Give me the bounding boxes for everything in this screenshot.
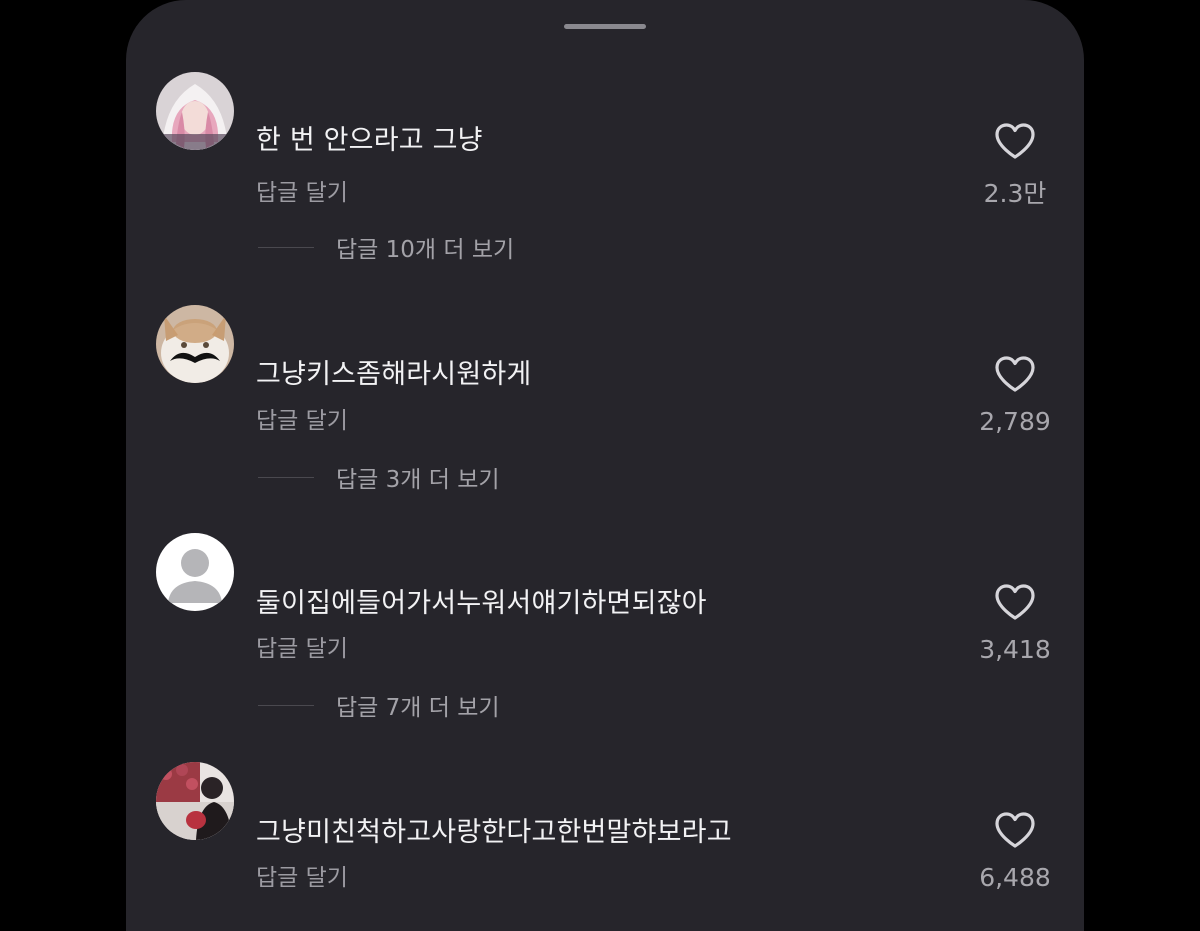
view-replies-label: 답글 10개 더 보기 (336, 237, 515, 263)
comment-text: 그냥미친척하고사랑한다고한번말햐보라고 (256, 817, 732, 848)
view-replies-button[interactable]: 답글 7개 더 보기 (258, 690, 500, 721)
view-replies-button[interactable]: 답글 3개 더 보기 (258, 462, 500, 493)
view-replies-label: 답글 7개 더 보기 (336, 695, 500, 721)
reply-button[interactable]: 답글 달기 (256, 401, 348, 435)
replies-divider (258, 476, 314, 478)
photo-avatar-icon (156, 762, 234, 840)
pink-hair-avatar-icon (156, 72, 234, 150)
like-count: 2,789 (979, 407, 1051, 436)
heart-icon[interactable] (994, 355, 1036, 393)
like-column: 2.3만 (960, 122, 1070, 210)
avatar[interactable] (156, 762, 234, 840)
sheet-corner-right (1024, 0, 1084, 60)
replies-divider (258, 246, 314, 248)
view-replies-button[interactable]: 답글 10개 더 보기 (258, 232, 515, 263)
reply-button[interactable]: 답글 달기 (256, 173, 348, 207)
heart-icon[interactable] (994, 811, 1036, 849)
avatar[interactable] (156, 533, 234, 611)
like-count: 3,418 (979, 635, 1051, 664)
like-count: 6,488 (979, 863, 1051, 892)
sheet-corner-left (126, 0, 186, 60)
view-replies-label: 답글 3개 더 보기 (336, 467, 500, 493)
like-column: 3,418 (960, 583, 1070, 664)
comment-text: 둘이집에들어가서누워서얘기하면되잖아 (256, 588, 707, 619)
drag-handle[interactable] (564, 24, 646, 29)
comment-text: 그냥키스좀해라시원하게 (256, 359, 532, 390)
comment-text: 한 번 안으라고 그냥 (256, 125, 483, 156)
heart-icon[interactable] (994, 583, 1036, 621)
default-user-avatar-icon (156, 533, 234, 611)
like-count: 2.3만 (983, 179, 1047, 208)
replies-divider (258, 704, 314, 706)
avatar[interactable] (156, 72, 234, 150)
reply-button[interactable]: 답글 달기 (256, 858, 348, 892)
like-column: 2,789 (960, 355, 1070, 436)
cat-mustache-avatar-icon (156, 305, 234, 383)
like-column: 6,488 (960, 811, 1070, 892)
heart-icon[interactable] (994, 122, 1036, 160)
avatar[interactable] (156, 305, 234, 383)
reply-button[interactable]: 답글 달기 (256, 629, 348, 663)
